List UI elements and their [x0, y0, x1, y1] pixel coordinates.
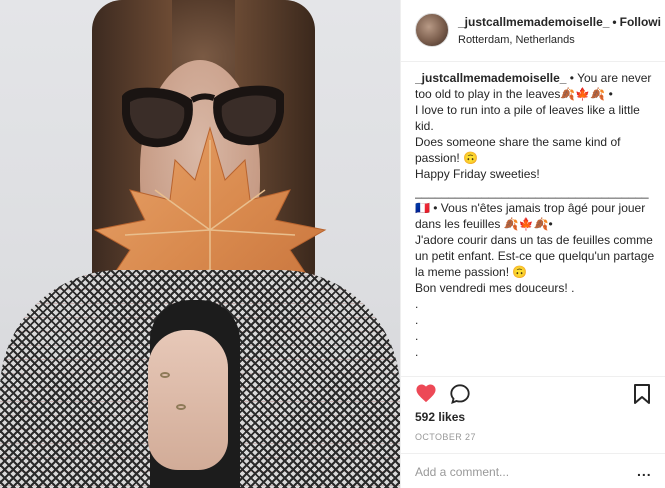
heart-icon[interactable] — [415, 383, 437, 403]
caption-line: _justcallmemademoiselle_ • You are never… — [415, 70, 660, 102]
follow-button[interactable]: Followi — [620, 15, 661, 29]
comment-input[interactable] — [415, 462, 615, 482]
comment-icon[interactable] — [449, 383, 471, 405]
post-actions: 592 likes OCTOBER 27 ... — [401, 376, 665, 488]
caption-divider: ___________________________________ — [415, 185, 649, 199]
post-date[interactable]: OCTOBER 27 — [415, 432, 476, 442]
more-options-button[interactable]: ... — [637, 463, 652, 479]
caption-line: . — [415, 361, 419, 370]
caption-line: . — [415, 345, 419, 359]
caption-line: I love to run into a pile of leaves like… — [415, 103, 640, 133]
caption-line: 🇫🇷 • Vous n'êtes jamais trop âgé pour jo… — [415, 201, 646, 231]
caption-author[interactable]: _justcallmemademoiselle_ — [415, 71, 566, 85]
username-link[interactable]: _justcallmemademoiselle_ — [458, 15, 609, 29]
caption-line: Happy Friday sweeties! — [415, 167, 540, 181]
caption-line: Does someone share the same kind of pass… — [415, 135, 621, 165]
bookmark-icon[interactable] — [633, 383, 651, 405]
caption-line: . — [415, 313, 419, 327]
hand — [148, 330, 228, 470]
location-link[interactable]: Rotterdam, Netherlands — [458, 34, 575, 46]
caption-line: . — [415, 297, 419, 311]
follow-separator: • — [612, 15, 617, 29]
ring-graphic — [176, 404, 186, 410]
caption-line: . — [415, 329, 419, 343]
caption-line: Bon vendredi mes douceurs! . — [415, 281, 575, 295]
likes-count[interactable]: 592 likes — [415, 410, 465, 424]
post-photo[interactable] — [0, 0, 400, 488]
ring-graphic — [160, 372, 170, 378]
caption: _justcallmemademoiselle_ • You are never… — [415, 70, 660, 370]
avatar[interactable] — [415, 13, 449, 47]
caption-line: J'adore courir dans un tas de feuilles c… — [415, 233, 655, 279]
post-header: _justcallmemademoiselle_ • Followi Rotterd… — [401, 0, 665, 62]
comment-bar: ... — [401, 453, 665, 488]
username-row: _justcallmemademoiselle_ • Followi — [458, 15, 661, 29]
post-panel: _justcallmemademoiselle_ • Followi Rotterd… — [400, 0, 665, 488]
